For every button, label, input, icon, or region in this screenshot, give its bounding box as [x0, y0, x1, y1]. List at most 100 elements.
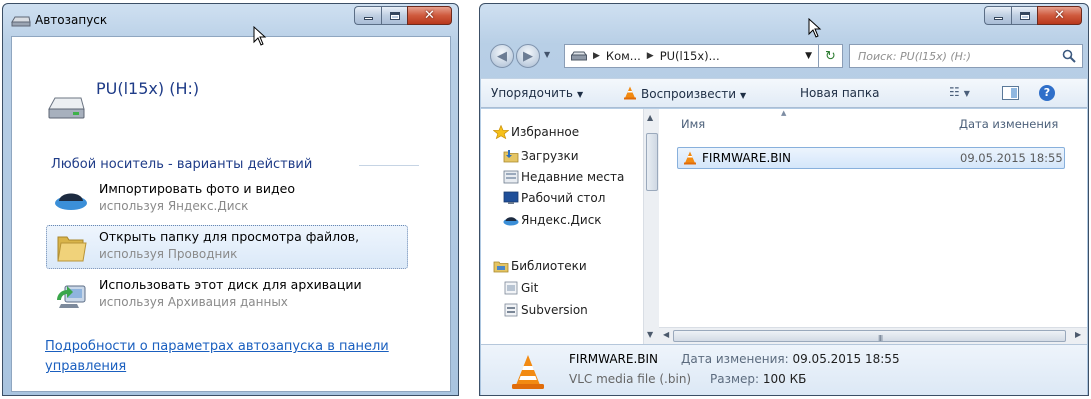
file-row[interactable]: FIRMWARE.BIN 09.05.2015 18:55 — [677, 147, 1065, 169]
nav-recent-places[interactable]: Недавние места — [521, 170, 624, 184]
action-open-folder[interactable]: Открыть папку для просмотра файлов, испо… — [46, 225, 408, 269]
details-file-name: FIRMWARE.BIN — [569, 352, 659, 366]
autoplay-content: PU(l15x) (H:) Любой носитель - варианты … — [11, 36, 451, 392]
yandex-disk-icon — [55, 193, 87, 210]
refresh-icon: ↻ — [825, 48, 836, 64]
drive-small-icon — [11, 16, 31, 27]
folder-icon — [57, 236, 87, 262]
scroll-up-icon[interactable]: ▲ — [647, 113, 653, 122]
details-modified-label: Дата изменения: — [681, 352, 789, 366]
details-pane: FIRMWARE.BIN VLC media file (.bin) Дата … — [481, 344, 1087, 395]
file-list-scrollbar[interactable]: ◀ III ▶ — [659, 327, 1087, 344]
minimize-icon — [993, 17, 1003, 20]
minimize-icon — [363, 17, 373, 20]
nav-desktop[interactable]: Рабочий стол — [521, 191, 605, 205]
close-button[interactable]: ✕ — [1037, 6, 1082, 25]
play-label: Воспроизвести — [641, 87, 736, 101]
navigation-pane: Избранное Загрузки Недавние места Рабочи… — [481, 109, 659, 344]
nav-downloads[interactable]: Загрузки — [521, 149, 579, 163]
details-modified-value: 09.05.2015 18:55 — [792, 352, 900, 366]
maximize-button[interactable] — [381, 6, 407, 25]
desktop-icon — [503, 191, 519, 204]
refresh-button[interactable]: ↻ — [819, 44, 843, 68]
back-arrow-icon: ◀ — [497, 48, 507, 64]
scrollbar-thumb[interactable]: III — [673, 330, 1066, 343]
column-header-name[interactable]: Имя — [681, 109, 705, 133]
address-bar[interactable]: ▶ Ком... ▶ PU(l15x)... ▼ — [564, 44, 819, 68]
history-dropdown-icon[interactable]: ▼ — [544, 50, 550, 59]
organize-label: Упорядочить — [491, 86, 573, 100]
nav-git[interactable]: Git — [521, 281, 538, 295]
details-file-type: VLC media file (.bin) — [569, 372, 692, 386]
nav-libraries[interactable]: Библиотеки — [511, 259, 587, 273]
subversion-library-icon — [504, 303, 518, 317]
scroll-down-icon[interactable]: ▼ — [647, 330, 653, 339]
window-title: Автозапуск — [35, 13, 108, 27]
navigation-scrollbar[interactable]: ▲ ▼ — [643, 109, 659, 344]
autoplay-settings-link[interactable]: Подробности о параметрах автозапуска в п… — [45, 337, 425, 377]
action-label: Импортировать фото и видео — [99, 181, 295, 196]
column-header-modified[interactable]: Дата изменения — [959, 109, 1058, 133]
close-icon: ✕ — [1054, 8, 1065, 23]
organize-button[interactable]: Упорядочить ▼ — [491, 86, 583, 100]
forward-button[interactable]: ▶ — [516, 44, 540, 68]
action-use-for-backup[interactable]: Использовать этот диск для архивации исп… — [46, 273, 408, 317]
scrollbar-thumb[interactable] — [646, 133, 658, 191]
back-button[interactable]: ◀ — [490, 44, 514, 68]
dropdown-arrow-icon: ▼ — [740, 91, 747, 100]
action-sublabel: используя Яндекс.Диск — [99, 199, 249, 213]
action-import-photos[interactable]: Импортировать фото и видео используя Янд… — [46, 177, 408, 221]
breadcrumb-drive[interactable]: PU(l15x)... — [660, 49, 720, 63]
minimize-button[interactable] — [354, 6, 381, 25]
view-options-button[interactable]: ☷ ▼ — [949, 85, 970, 99]
scroll-right-icon[interactable]: ▶ — [1075, 330, 1081, 339]
search-input[interactable] — [856, 48, 1056, 64]
dropdown-arrow-icon: ▼ — [576, 90, 584, 99]
breadcrumb-computer[interactable]: Ком... — [606, 49, 641, 63]
sort-ascending-icon: ▲ — [781, 109, 787, 117]
play-button[interactable]: Воспроизвести ▼ — [623, 86, 746, 101]
help-button[interactable]: ? — [1039, 85, 1055, 101]
preview-pane-button[interactable] — [1002, 86, 1019, 100]
recent-places-icon — [503, 170, 519, 184]
file-name: FIRMWARE.BIN — [702, 151, 792, 165]
vlc-icon — [684, 151, 696, 165]
minimize-button[interactable] — [984, 6, 1011, 25]
action-label: Открыть папку для просмотра файлов, — [99, 229, 360, 244]
git-library-icon — [504, 281, 518, 295]
preview-pane-icon — [1011, 88, 1017, 98]
dropdown-arrow-icon: ▼ — [963, 89, 970, 98]
scroll-left-icon[interactable]: ◀ — [663, 330, 669, 339]
section-heading: Любой носитель - варианты действий — [51, 157, 313, 172]
action-sublabel: используя Проводник — [99, 247, 238, 261]
details-modified: Дата изменения: 09.05.2015 18:55 — [681, 352, 900, 366]
nav-subversion[interactable]: Subversion — [521, 303, 588, 317]
section-divider — [359, 165, 419, 166]
details-size: Размер: 100 КБ — [710, 372, 806, 386]
caption-buttons: ✕ — [984, 6, 1082, 25]
new-folder-button[interactable]: Новая папка — [800, 86, 879, 100]
search-icon — [1062, 49, 1076, 63]
address-dropdown-icon[interactable]: ▼ — [805, 51, 812, 61]
mouse-pointer-icon — [253, 26, 267, 46]
file-modified: 09.05.2015 18:55 — [960, 151, 1063, 165]
forward-arrow-icon: ▶ — [523, 48, 533, 64]
drive-name: PU(l15x) (H:) — [96, 79, 200, 98]
autoplay-window: Автозапуск ✕ PU(l15x) (H:) Любой носител… — [2, 3, 459, 396]
close-button[interactable]: ✕ — [407, 6, 452, 25]
vlc-icon — [624, 86, 636, 100]
star-icon — [493, 125, 509, 139]
file-list: ▲ Имя Дата изменения FIRMWARE.BIN 09.05.… — [659, 109, 1087, 344]
maximize-icon — [389, 11, 400, 20]
maximize-button[interactable] — [1011, 6, 1037, 25]
nav-yandex-disk[interactable]: Яндекс.Диск — [521, 213, 602, 227]
downloads-icon — [503, 150, 519, 163]
action-label: Использовать этот диск для архивации — [99, 277, 362, 292]
nav-favorites[interactable]: Избранное — [511, 125, 579, 139]
libraries-icon — [493, 261, 509, 273]
search-box[interactable] — [849, 44, 1083, 68]
removable-drive-icon — [48, 97, 85, 119]
action-sublabel: используя Архивация данных — [99, 295, 288, 309]
breadcrumb-separator-icon: ▶ — [593, 51, 600, 61]
details-size-label: Размер: — [710, 372, 760, 386]
